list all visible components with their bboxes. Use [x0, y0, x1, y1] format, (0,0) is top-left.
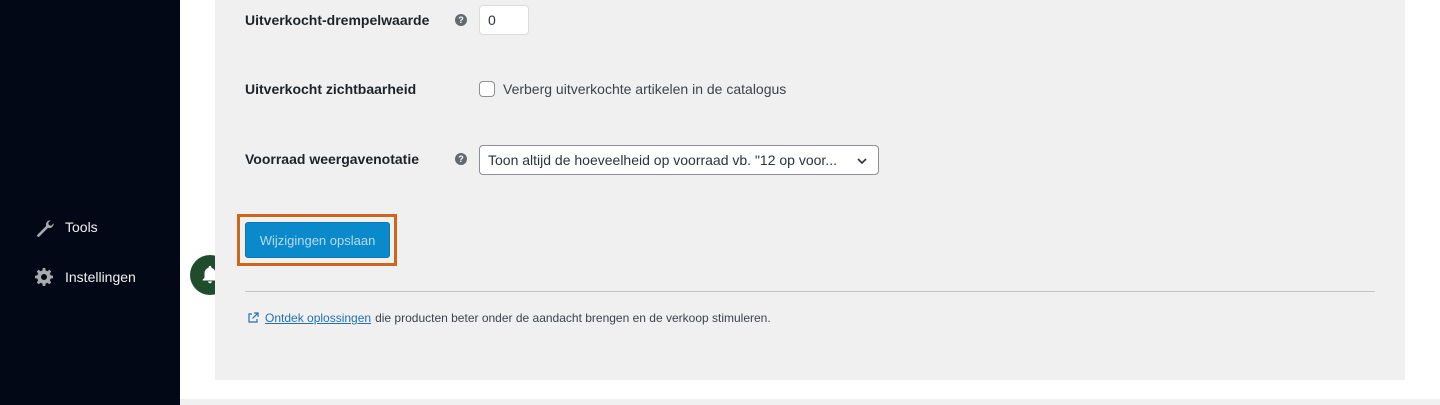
threshold-input[interactable]: 0 — [479, 5, 529, 35]
gear-icon — [34, 267, 54, 287]
hide-out-of-stock-checkbox[interactable] — [479, 81, 495, 97]
page-bottom-strip — [180, 399, 1440, 405]
sidebar-item-instellingen[interactable]: Instellingen — [34, 267, 136, 287]
sidebar-item-label: Tools — [65, 219, 98, 235]
visibility-label: Uitverkocht zichtbaarheid — [245, 81, 417, 97]
display-format-selected: Toon altijd de hoeveelheid op voorraad v… — [488, 152, 837, 168]
footer-note: Ontdek oplossingen die producten beter o… — [247, 311, 771, 325]
sidebar-item-tools[interactable]: Tools — [34, 217, 98, 237]
external-link-icon — [248, 312, 259, 323]
footer-text: die producten beter onder de aandacht br… — [375, 311, 771, 325]
admin-sidebar: Tools Instellingen — [0, 0, 180, 405]
sidebar-item-label: Instellingen — [65, 269, 136, 285]
threshold-label: Uitverkocht-drempelwaarde — [245, 12, 430, 28]
chevron-down-icon — [857, 158, 867, 165]
display-format-select[interactable]: Toon altijd de hoeveelheid op voorraad v… — [479, 145, 879, 175]
discover-solutions-link[interactable]: Ontdek oplossingen — [265, 311, 371, 325]
help-icon[interactable]: ? — [455, 14, 467, 26]
display-format-label: Voorraad weergavenotatie — [245, 151, 420, 167]
help-icon[interactable]: ? — [455, 153, 467, 165]
divider — [245, 291, 1375, 292]
hide-out-of-stock-label[interactable]: Verberg uitverkochte artikelen in de cat… — [503, 81, 786, 97]
wrench-icon — [34, 217, 54, 237]
save-changes-button[interactable]: Wijzigingen opslaan — [245, 222, 390, 258]
